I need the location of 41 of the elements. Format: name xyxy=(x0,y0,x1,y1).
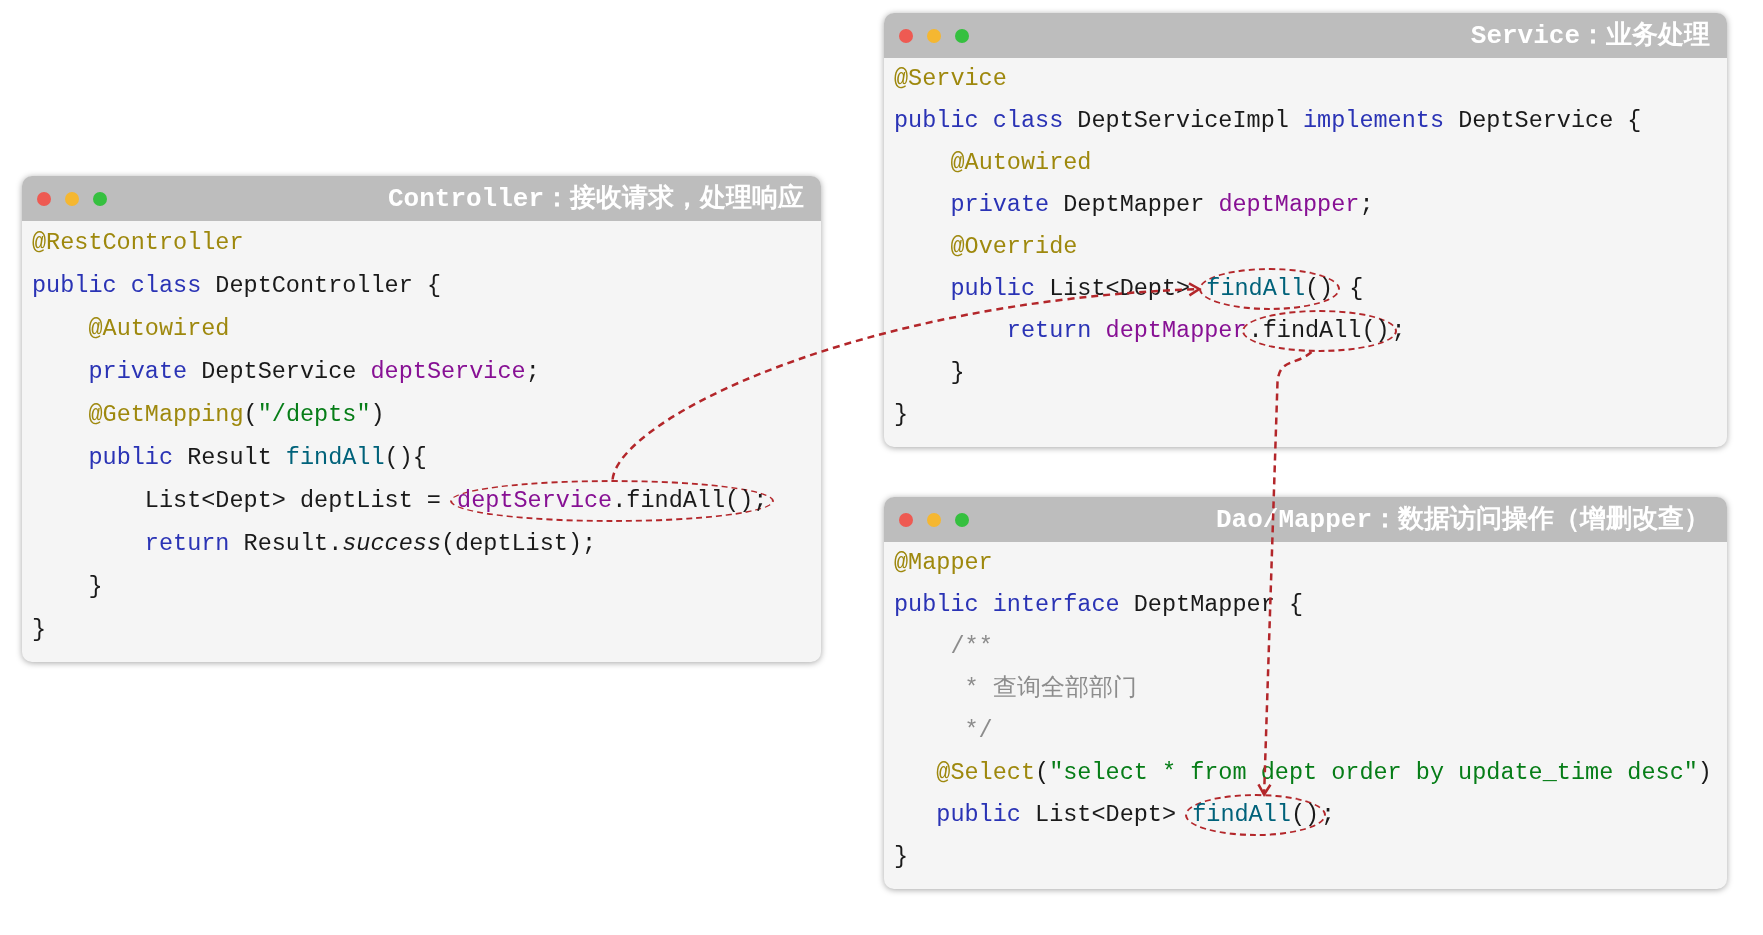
maximize-button[interactable] xyxy=(955,28,969,43)
code-text: { xyxy=(1348,275,1364,303)
circled-code: deptService.findAll(); xyxy=(450,479,775,522)
code-line: /** xyxy=(950,633,993,661)
minimize-button[interactable] xyxy=(65,191,79,206)
window-title: Controller：接收请求，处理响应 xyxy=(387,182,804,215)
code-line: public class DeptController { xyxy=(32,271,441,300)
code-line: @Mapper xyxy=(894,549,993,577)
code-line: return Result.success(deptList); xyxy=(144,529,597,558)
window-title: Service：业务处理 xyxy=(1470,19,1710,52)
code-line: @Autowired xyxy=(950,149,1092,177)
close-button[interactable] xyxy=(899,512,913,527)
code-line: * 查询全部部门 xyxy=(964,675,1137,703)
code-line: } xyxy=(950,359,965,387)
maximize-button[interactable] xyxy=(955,512,969,527)
code-line: private DeptMapper deptMapper; xyxy=(950,191,1374,219)
code-text: List<Dept> deptList = xyxy=(144,486,442,515)
code-line: public interface DeptMapper { xyxy=(894,591,1303,619)
code-line: @Select("select * from dept order by update_time desc") xyxy=(936,759,1712,787)
code-line: @RestController xyxy=(32,228,244,257)
code-line: private DeptService deptService; xyxy=(88,357,540,386)
circled-code: findAll() xyxy=(1199,268,1341,310)
code-line: } xyxy=(88,572,103,601)
code-text: public List<Dept> xyxy=(950,275,1192,303)
code-line: public class DeptServiceImpl implements DeptService { xyxy=(894,107,1642,135)
code-line: @Override xyxy=(950,233,1078,261)
maximize-button[interactable] xyxy=(93,191,107,206)
code-line: } xyxy=(32,615,47,644)
code-line: } xyxy=(894,843,909,871)
code-line: @GetMapping("/depts") xyxy=(88,400,385,429)
close-button[interactable] xyxy=(899,28,913,43)
code-line: public Result findAll(){ xyxy=(88,443,427,472)
minimize-button[interactable] xyxy=(927,512,941,527)
code-line: } xyxy=(894,401,909,429)
close-button[interactable] xyxy=(37,191,51,206)
code-text: public List<Dept> xyxy=(936,801,1178,829)
minimize-button[interactable] xyxy=(927,28,941,43)
code-line: */ xyxy=(964,717,993,745)
code-line: @Service xyxy=(894,65,1007,93)
window-title: Dao/Mapper：数据访问操作（增删改查） xyxy=(1215,503,1710,536)
code-line: @Autowired xyxy=(88,314,230,343)
